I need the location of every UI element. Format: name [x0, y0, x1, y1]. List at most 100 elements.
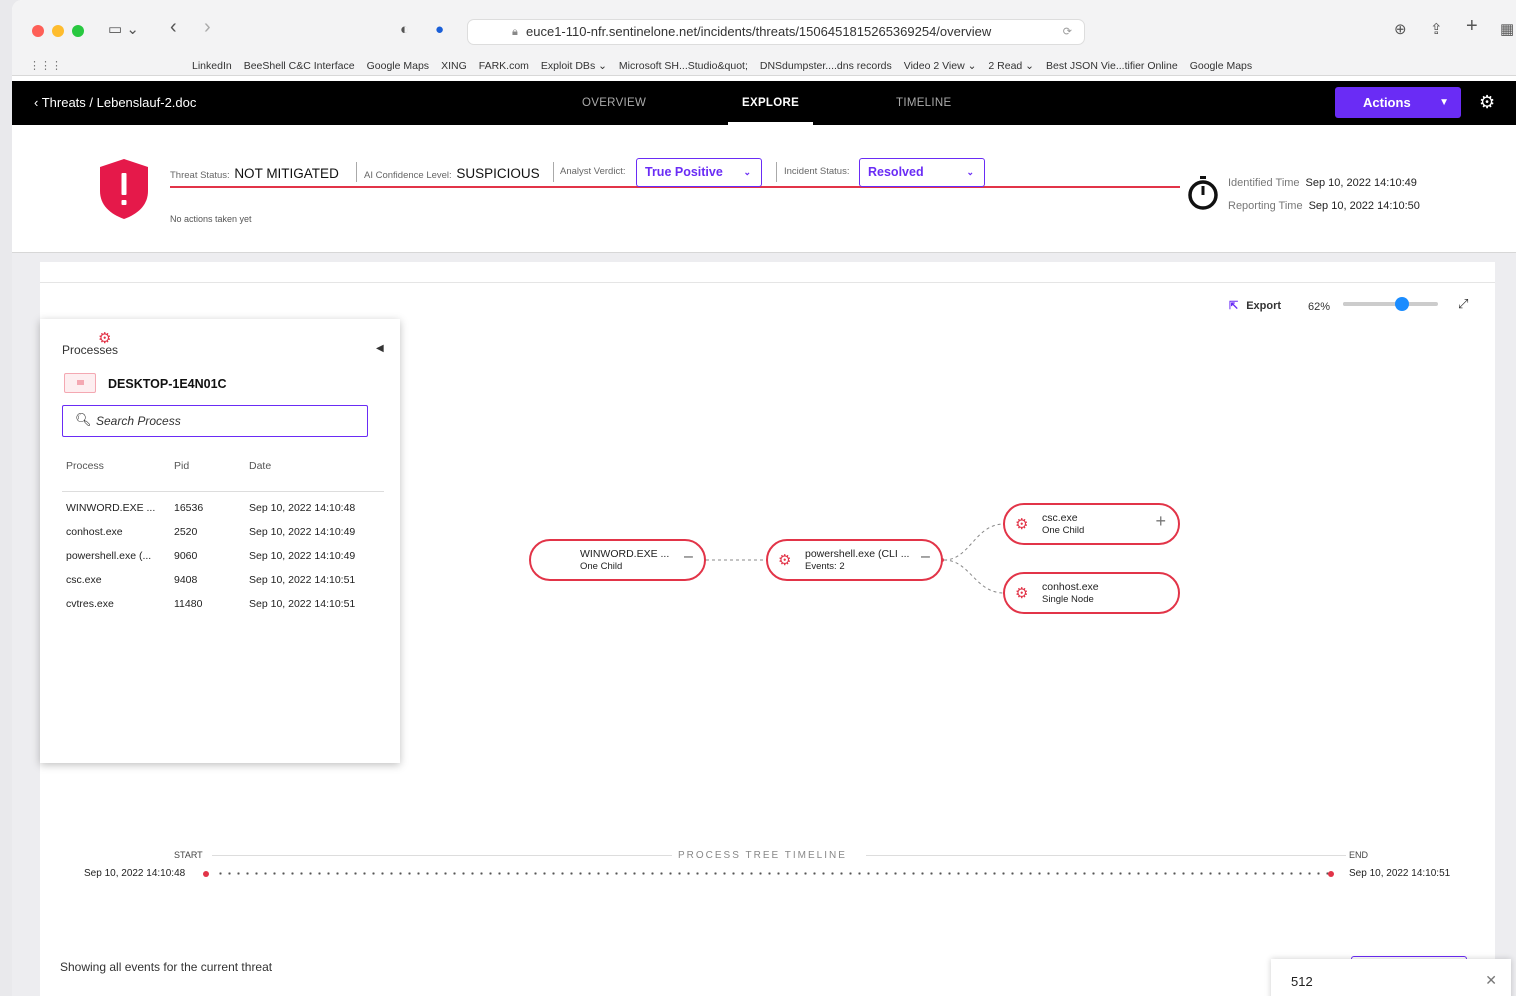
process-name: powershell.exe (...	[66, 550, 152, 562]
processes-title: Processes	[62, 343, 119, 357]
back-icon[interactable]: ‹	[170, 17, 177, 37]
process-name: conhost.exe	[66, 526, 123, 538]
tab-timeline[interactable]: TIMELINE	[896, 97, 951, 109]
collapse-node-icon[interactable]: –	[684, 548, 693, 566]
windows-host-icon	[64, 373, 96, 393]
bookmark-list: LinkedIn BeeShell C&C Interface Google Map…	[192, 60, 1264, 72]
graph-node-name: WINWORD.EXE ...	[580, 548, 670, 560]
identified-time: Identified Time Sep 10, 2022 14:10:49	[1228, 177, 1417, 189]
maximize-window-button[interactable]	[72, 25, 84, 37]
column-header-date[interactable]: Date	[249, 460, 271, 472]
graph-node-conhost[interactable]: ⚙ conhost.exe Single Node	[1003, 572, 1180, 614]
bookmark-item[interactable]: Google Maps	[1190, 60, 1252, 72]
chevron-down-icon: ⌄	[966, 167, 974, 177]
gear-icon[interactable]: ⚙	[1479, 92, 1495, 113]
bookmarks-bar: ⋮⋮⋮ LinkedIn BeeShell C&C Interface Google…	[12, 56, 1516, 76]
bookmark-item[interactable]: Best JSON Vie...tifier Online	[1046, 60, 1178, 72]
minimize-window-button[interactable]	[52, 25, 64, 37]
tab-explore[interactable]: EXPLORE	[727, 97, 814, 125]
process-row[interactable]: powershell.exe (... 9060 Sep 10, 2022 14…	[66, 550, 386, 570]
stopwatch-icon	[1188, 176, 1218, 210]
threat-times: Identified Time Sep 10, 2022 14:10:49 Rep…	[1228, 172, 1420, 218]
bookmark-item[interactable]: LinkedIn	[192, 60, 232, 72]
threat-status-row: Threat Status: NOT MITIGATED AI Confiden…	[170, 158, 1180, 188]
process-row[interactable]: cvtres.exe 11480 Sep 10, 2022 14:10:51	[66, 598, 386, 618]
collapse-node-icon[interactable]: –	[921, 548, 930, 566]
zoom-slider[interactable]	[1343, 297, 1438, 311]
graph-node-csc[interactable]: ⚙ csc.exe One Child +	[1003, 503, 1180, 545]
timeline-start-marker[interactable]	[203, 871, 209, 877]
bookmark-item[interactable]: Google Maps	[367, 60, 429, 72]
close-icon[interactable]: ✕	[1485, 972, 1497, 989]
analyst-verdict-select[interactable]: True Positive ⌄	[636, 158, 762, 187]
column-header-process[interactable]: Process	[66, 460, 104, 472]
actions-button[interactable]: Actions ▼	[1335, 87, 1461, 118]
timeline-title: PROCESS TREE TIMELINE	[676, 850, 849, 861]
timeline-end-marker[interactable]	[1328, 871, 1334, 877]
extension-icon[interactable]: ●	[435, 20, 444, 40]
process-name: WINWORD.EXE ...	[66, 502, 156, 514]
breadcrumb[interactable]: ‹ Threats / Lebenslauf-2.doc	[34, 95, 196, 110]
close-window-button[interactable]	[32, 25, 44, 37]
download-icon[interactable]: ⊕	[1394, 20, 1407, 40]
process-row[interactable]: csc.exe 9408 Sep 10, 2022 14:10:51	[66, 574, 386, 594]
bookmark-item[interactable]: DNSdumpster....dns records	[760, 60, 892, 72]
column-header-pid[interactable]: Pid	[174, 460, 189, 472]
tab-overview-icon[interactable]: ▦	[1500, 20, 1514, 40]
explore-card: ⇱ Export 62% ⤢ WINWORD.EXE ... One Child…	[40, 262, 1511, 996]
incident-status-value: Resolved	[868, 165, 924, 179]
bookmark-item[interactable]: BeeShell C&C Interface	[244, 60, 355, 72]
process-name: csc.exe	[66, 574, 102, 586]
process-gear-icon: ⚙	[1015, 585, 1029, 602]
chevron-down-icon: ▼	[1439, 97, 1449, 108]
expand-node-icon[interactable]: +	[1155, 511, 1166, 532]
process-name: cvtres.exe	[66, 598, 114, 610]
graph-node-name: csc.exe	[1042, 512, 1078, 524]
ai-confidence: AI Confidence Level: SUSPICIOUS	[364, 166, 540, 181]
app-top-nav: ‹ Threats / Lebenslauf-2.doc OVERVIEW EX…	[12, 81, 1516, 125]
fullscreen-icon[interactable]: ⤢	[1458, 296, 1468, 312]
forward-icon[interactable]: ›	[204, 17, 211, 37]
timeline-start-label: START	[174, 850, 203, 860]
tab-overview[interactable]: OVERVIEW	[582, 97, 646, 109]
zoom-slider-handle[interactable]	[1394, 297, 1409, 311]
process-row[interactable]: WINWORD.EXE ... 16536 Sep 10, 2022 14:10…	[66, 502, 386, 522]
sidebar-toggle-icon[interactable]: ▭ ⌄	[108, 20, 139, 40]
process-row[interactable]: conhost.exe 2520 Sep 10, 2022 14:10:49	[66, 526, 386, 546]
collapse-panel-icon[interactable]: ◀	[376, 343, 384, 354]
process-date: Sep 10, 2022 14:10:51	[249, 574, 356, 586]
process-pid: 9408	[174, 574, 198, 586]
process-gear-icon: ⚙	[778, 552, 792, 569]
bookmark-item[interactable]: XING	[441, 60, 467, 72]
process-pid: 16536	[174, 502, 204, 514]
share-icon[interactable]: ⇪	[1430, 20, 1443, 40]
graph-node-subtitle: One Child	[1042, 525, 1085, 536]
bookmark-item[interactable]: FARK.com	[479, 60, 529, 72]
browser-window: ▭ ⌄ ‹ › ◐ ● 🔒︎ euce1-110-nfr.sentinelone…	[12, 0, 1516, 996]
timeline-track[interactable]	[216, 872, 1329, 875]
graph-node-winword[interactable]: WINWORD.EXE ... One Child –	[529, 539, 706, 581]
graph-node-powershell[interactable]: ⚙ powershell.exe (CLI ... Events: 2 –	[766, 539, 943, 581]
popup-value: 512	[1291, 974, 1313, 989]
bookmark-item[interactable]: Video 2 View ⌄	[904, 60, 977, 72]
chevron-down-icon: ⌄	[743, 167, 751, 177]
reload-icon[interactable]: ⟳	[1063, 20, 1072, 44]
incident-status-select[interactable]: Resolved ⌄	[859, 158, 985, 187]
incident-status-label: Incident Status:	[784, 166, 850, 177]
threat-header: Threat Status: NOT MITIGATED AI Confiden…	[12, 125, 1516, 253]
bookmark-item[interactable]: 2 Read ⌄	[988, 60, 1034, 72]
zoom-slider-fill	[1343, 302, 1402, 306]
search-process-input[interactable]	[96, 406, 356, 436]
threat-status-value: NOT MITIGATED	[234, 166, 339, 181]
process-date: Sep 10, 2022 14:10:49	[249, 550, 356, 562]
apps-grid-icon[interactable]: ⋮⋮⋮	[29, 59, 62, 72]
export-button[interactable]: ⇱ Export	[1229, 299, 1281, 312]
address-bar[interactable]: 🔒︎ euce1-110-nfr.sentinelone.net/inciden…	[467, 19, 1085, 45]
privacy-shield-icon[interactable]: ◐	[400, 20, 409, 40]
new-tab-icon[interactable]: +	[1466, 16, 1478, 36]
bookmark-item[interactable]: Exploit DBs ⌄	[541, 60, 607, 72]
bookmark-item[interactable]: Microsoft SH...Studio&quot;	[619, 60, 748, 72]
search-icon: 🔍︎	[75, 412, 92, 427]
graph-node-subtitle: One Child	[580, 561, 623, 572]
graph-node-subtitle: Events: 2	[805, 561, 845, 572]
